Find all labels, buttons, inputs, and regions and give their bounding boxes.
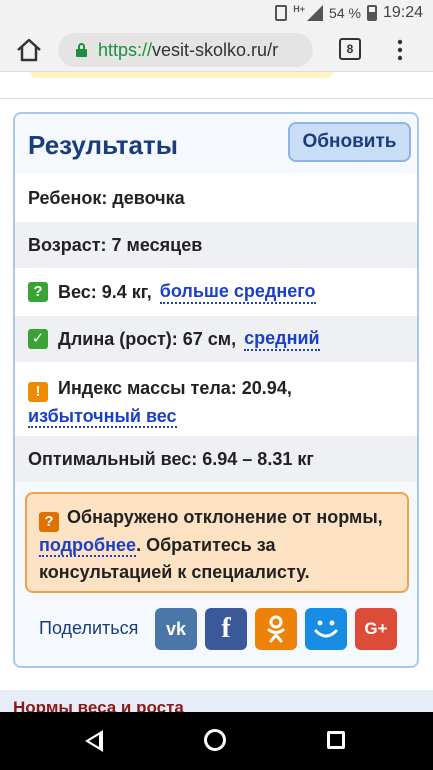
bmi-text: Индекс массы тела: 20.94, xyxy=(58,378,292,398)
share-label: Поделиться xyxy=(39,618,139,638)
details-link[interactable]: подробнее xyxy=(39,535,137,557)
checkmark-icon: ✓ xyxy=(28,329,48,349)
share-section: Поделиться vk f G+ xyxy=(15,608,417,654)
length-row: ✓ Длина (рост): 67 см, средний xyxy=(15,316,417,362)
child-row: Ребенок: девочка xyxy=(15,174,417,222)
length-status-link[interactable]: средний xyxy=(244,328,320,351)
vk-share-icon[interactable]: vk xyxy=(155,608,197,650)
lock-icon xyxy=(76,43,87,57)
home-circle-icon[interactable] xyxy=(204,729,226,751)
status-bar: H+ 54 % 19:24 xyxy=(0,0,433,28)
battery-icon xyxy=(366,5,377,21)
child-text: Ребенок: девочка xyxy=(28,187,185,208)
browser-toolbar: https://vesit-skolko.ru/r 8 xyxy=(0,28,433,72)
weight-row: ? Вес: 9.4 кг, больше среднего xyxy=(15,268,417,316)
system-nav-bar xyxy=(0,712,433,770)
deviation-warning: ? Обнаружено отклонение от нормы, подробн… xyxy=(25,492,409,593)
battery-percent: 54 % xyxy=(329,5,361,21)
divider xyxy=(0,98,433,99)
signal-icon xyxy=(307,5,324,21)
address-bar[interactable]: https://vesit-skolko.ru/r xyxy=(58,33,313,67)
age-row: Возраст: 7 месяцев xyxy=(15,222,417,268)
previous-block-edge xyxy=(30,72,333,78)
results-title: Результаты xyxy=(28,130,178,160)
warning-question-icon: ? xyxy=(39,512,59,532)
weight-text: Вес: 9.4 кг, xyxy=(58,281,152,302)
clock: 19:24 xyxy=(382,4,423,21)
vibrate-icon xyxy=(275,5,288,21)
bmi-status-link[interactable]: избыточный вес xyxy=(28,406,177,428)
overflow-menu-icon[interactable] xyxy=(392,38,408,62)
optimal-weight-row: Оптимальный вес: 6.94 – 8.31 кг xyxy=(15,436,417,482)
optimal-weight-text: Оптимальный вес: 6.94 – 8.31 кг xyxy=(28,448,314,469)
results-header: Результаты Обновить xyxy=(15,114,417,174)
facebook-share-icon[interactable]: f xyxy=(205,608,247,650)
status-icons: H+ 54 % 19:24 xyxy=(275,4,423,22)
moimir-share-icon[interactable] xyxy=(305,608,347,650)
results-card: Результаты Обновить Ребенок: девочка Воз… xyxy=(13,112,419,668)
question-icon: ? xyxy=(28,282,48,302)
exclamation-icon: ! xyxy=(28,382,48,402)
age-text: Возраст: 7 месяцев xyxy=(28,234,203,255)
warning-text-before: Обнаружено отклонение от нормы, xyxy=(67,507,383,527)
network-type: H+ xyxy=(293,4,306,14)
tabs-count-button[interactable]: 8 xyxy=(339,38,361,60)
url-text: https://vesit-skolko.ru/r xyxy=(98,40,279,60)
top-strip xyxy=(0,72,433,99)
refresh-button[interactable]: Обновить xyxy=(288,122,411,162)
home-icon[interactable] xyxy=(14,36,44,64)
odnoklassniki-share-icon[interactable] xyxy=(255,608,297,650)
next-section-title: Нормы веса и роста xyxy=(0,690,433,712)
recent-apps-icon[interactable] xyxy=(327,731,345,749)
weight-status-link[interactable]: больше среднего xyxy=(159,281,316,304)
bmi-row: ! Индекс массы тела: 20.94, избыточный ве… xyxy=(15,362,417,436)
back-icon[interactable] xyxy=(85,730,103,752)
google-plus-share-icon[interactable]: G+ xyxy=(355,608,397,650)
page-content: Результаты Обновить Ребенок: девочка Воз… xyxy=(0,72,433,712)
length-text: Длина (рост): 67 см, xyxy=(58,328,237,349)
